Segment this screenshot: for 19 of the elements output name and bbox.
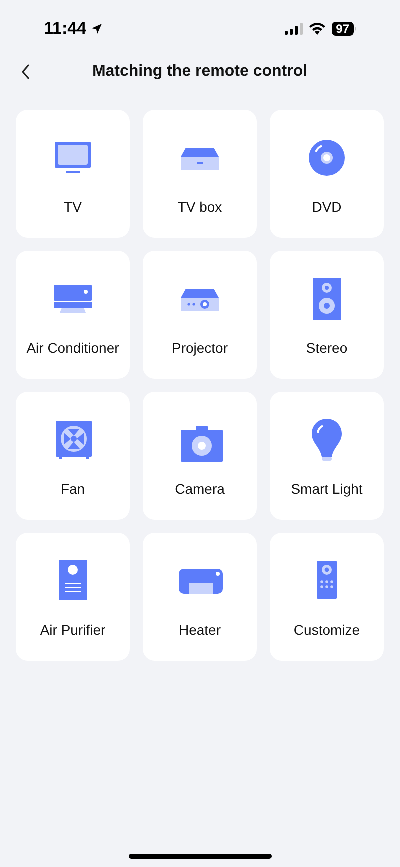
device-card[interactable]: Stereo <box>270 251 384 379</box>
device-card[interactable]: Customize <box>270 533 384 661</box>
page-title: Matching the remote control <box>92 62 308 82</box>
device-card[interactable]: Projector <box>143 251 257 379</box>
device-card[interactable]: Camera <box>143 392 257 520</box>
location-arrow-icon <box>90 22 103 34</box>
wifi-icon <box>309 22 326 34</box>
device-card[interactable]: DVD <box>270 110 384 238</box>
device-card[interactable]: Air Purifier <box>16 533 130 661</box>
device-card[interactable]: Heater <box>143 533 257 661</box>
device-card[interactable]: Fan <box>16 392 130 520</box>
device-card[interactable]: TV <box>16 110 130 238</box>
device-card[interactable]: Air Conditioner <box>16 251 130 379</box>
battery-level: 97 <box>332 22 354 36</box>
clock-time: 11:44 <box>44 18 87 40</box>
signal-icon <box>285 22 304 34</box>
device-card[interactable]: Smart Light <box>270 392 384 520</box>
device-card[interactable]: TV box <box>143 110 257 238</box>
back-icon <box>21 64 31 80</box>
